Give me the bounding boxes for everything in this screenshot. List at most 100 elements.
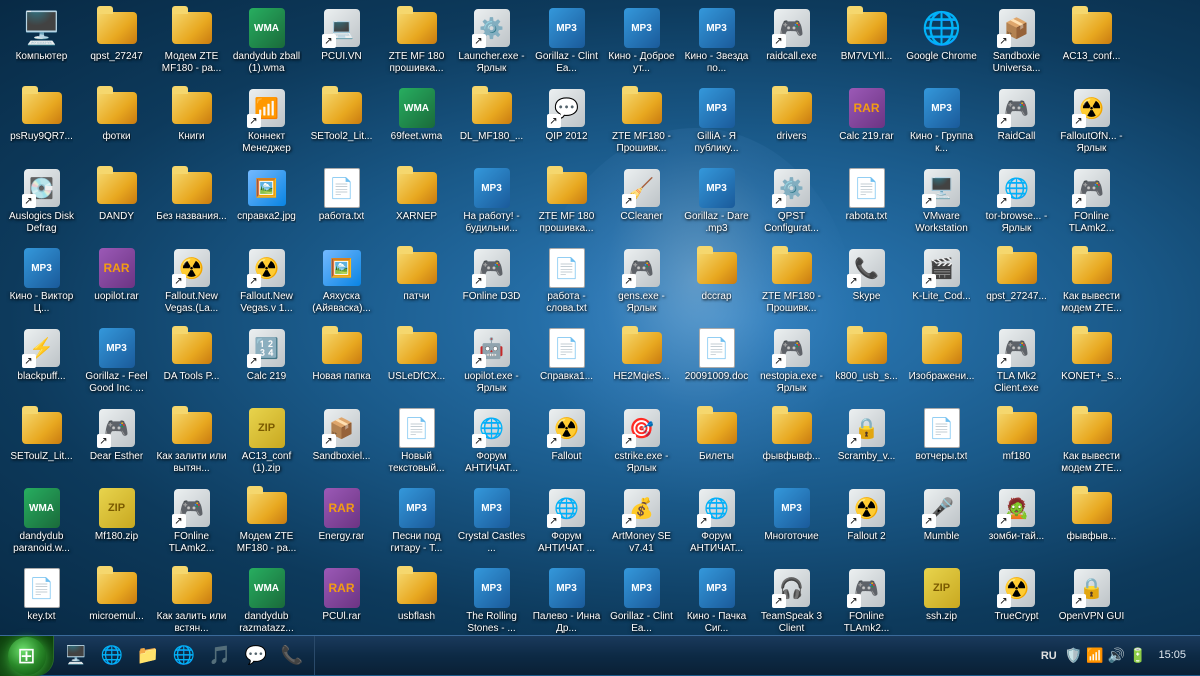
desktop-icon-mf180_zip[interactable]: ZIP Mf180.zip bbox=[79, 484, 154, 564]
desktop-icon-google_chrome[interactable]: 🌐 Google Chrome bbox=[904, 4, 979, 84]
desktop-icon-nestopia[interactable]: 🎮 ↗ nestopia.exe - Ярлык bbox=[754, 324, 829, 404]
desktop-icon-tla_mk2[interactable]: 🎮 ↗ TLA Mk2 Client.exe bbox=[979, 324, 1054, 404]
desktop-icon-launcher[interactable]: ⚙️ ↗ Launcher.exe - Ярлык bbox=[454, 4, 529, 84]
desktop-icon-artmoney[interactable]: 💰 ↗ ArtMoney SE v7.41 bbox=[604, 484, 679, 564]
desktop-icon-palevo[interactable]: MP3 Палево - Инна Др... bbox=[529, 564, 604, 635]
desktop-icon-69feet[interactable]: WMA 69feet.wma bbox=[379, 84, 454, 164]
desktop-icon-ayavuska[interactable]: 🖼️ Аяхуска (Айяваска)... bbox=[304, 244, 379, 324]
desktop-icon-modem_zte[interactable]: Модем ZTE MF180 - ра... bbox=[154, 4, 229, 84]
desktop-icon-key_txt[interactable]: 📄 key.txt bbox=[4, 564, 79, 635]
desktop-icon-noviy_txt[interactable]: 📄 Новый текстовый... bbox=[379, 404, 454, 484]
desktop-icon-novaya_papka[interactable]: Новая папка bbox=[304, 324, 379, 404]
desktop-icon-klite[interactable]: 🎬 ↗ K-Lite_Cod... bbox=[904, 244, 979, 324]
desktop-icon-calc219_2[interactable]: 🔢 ↗ Calc 219 bbox=[229, 324, 304, 404]
desktop-icon-dandydub2[interactable]: WMA dandydub paranoid.w... bbox=[4, 484, 79, 564]
desktop-icon-pcui2[interactable]: RAR PCUl.rar bbox=[304, 564, 379, 635]
desktop-icon-gillia[interactable]: MP3 GilliA - Я публику... bbox=[679, 84, 754, 164]
desktop-icon-dccrap[interactable]: dccrap bbox=[679, 244, 754, 324]
language-indicator[interactable]: RU bbox=[1037, 648, 1061, 664]
start-button[interactable]: ⊞ bbox=[0, 636, 54, 676]
desktop-icon-pesni_pod[interactable]: MP3 Песни под гитару - Т... bbox=[379, 484, 454, 564]
desktop-icon-crystal_castles[interactable]: MP3 Crystal Castles ... bbox=[454, 484, 529, 564]
desktop-icon-rabota_txt2[interactable]: 📄 rabota.txt bbox=[829, 164, 904, 244]
quick-launch-show-desktop[interactable]: 🖥️ bbox=[60, 640, 92, 672]
desktop-icon-k800_usb[interactable]: k800_usb_s... bbox=[829, 324, 904, 404]
desktop-icon-qip2012[interactable]: 💬 ↗ QIP 2012 bbox=[529, 84, 604, 164]
desktop-icon-setool2_2[interactable]: SEToulZ_Lit... bbox=[4, 404, 79, 484]
desktop-icon-konet[interactable]: KONET+_S... bbox=[1054, 324, 1129, 404]
desktop-icon-fallout_nv_1[interactable]: ☢️ ↗ Fallout.New Vegas.v 1... bbox=[229, 244, 304, 324]
desktop-icon-ssh_zip[interactable]: ZIP ssh.zip bbox=[904, 564, 979, 635]
desktop-icon-truecrypt[interactable]: ☢️ ↗ TrueCrypt bbox=[979, 564, 1054, 635]
desktop-icon-skype[interactable]: 📞 ↗ Skype bbox=[829, 244, 904, 324]
desktop-icon-gorillaz_feel[interactable]: MP3 Gorillaz - Feel Good Inc. ... bbox=[79, 324, 154, 404]
desktop-icon-gens_exe[interactable]: 🎮 ↗ gens.exe - Ярлык bbox=[604, 244, 679, 324]
clock[interactable]: 15:05 bbox=[1150, 648, 1194, 663]
desktop-icon-dl_mf180[interactable]: DL_MF180_... bbox=[454, 84, 529, 164]
desktop-icon-izobrazenie[interactable]: Изображени... bbox=[904, 324, 979, 404]
desktop-icon-rabota_txt[interactable]: 📄 работа.txt bbox=[304, 164, 379, 244]
desktop-icon-zte_mf180_prom[interactable]: ZTE MF 180 прошивка... bbox=[529, 164, 604, 244]
desktop-icon-tor_browser[interactable]: 🌐 ↗ tor-browse... - Ярлык bbox=[979, 164, 1054, 244]
quick-launch-qip[interactable]: 💬 bbox=[240, 640, 272, 672]
desktop-icon-knigi[interactable]: Книги bbox=[154, 84, 229, 164]
desktop-icon-uopilot_exe[interactable]: 🤖 ↗ uopilot.exe - Ярлык bbox=[454, 324, 529, 404]
desktop-icon-dear_esther[interactable]: 🎮 ↗ Dear Esther bbox=[79, 404, 154, 484]
desktop-icon-forum_antichat3[interactable]: 🌐 ↗ Форум АНТИЧАТ... bbox=[679, 484, 754, 564]
desktop-icon-ccleaner[interactable]: 🧹 ↗ CCleaner bbox=[604, 164, 679, 244]
desktop-icon-bez_nazvania[interactable]: Без названия... bbox=[154, 164, 229, 244]
desktop-icon-fyvfyvf[interactable]: фывфывф... bbox=[754, 404, 829, 484]
desktop-icon-kak_vyvesti2[interactable]: Как вывести модем ZTE... bbox=[1054, 404, 1129, 484]
desktop-icon-kino_gruppa[interactable]: MP3 Кино - Группа к... bbox=[904, 84, 979, 164]
desktop-icon-vothery[interactable]: 📄 вотчеры.txt bbox=[904, 404, 979, 484]
desktop-icon-auslogics[interactable]: 💽 ↗ Auslogics Disk Defrag bbox=[4, 164, 79, 244]
quick-launch-skype2[interactable]: 📞 bbox=[276, 640, 308, 672]
desktop-icon-mnogtochie[interactable]: MP3 Многоточие bbox=[754, 484, 829, 564]
desktop-icon-fyvfyv[interactable]: фывфыв... bbox=[1054, 484, 1129, 564]
quick-launch-chrome[interactable]: 🌐 bbox=[168, 640, 200, 672]
desktop-icon-qpst_conf[interactable]: ⚙️ ↗ QPST Configurat... bbox=[754, 164, 829, 244]
desktop-icon-teamspeak[interactable]: 🎧 ↗ TeamSpeak 3 Client bbox=[754, 564, 829, 635]
desktop-icon-qpst[interactable]: qpst_27247 bbox=[79, 4, 154, 84]
desktop-icon-usledfcx[interactable]: USLeDfCX... bbox=[379, 324, 454, 404]
desktop-icon-20091009[interactable]: 📄 20091009.doc bbox=[679, 324, 754, 404]
desktop-icon-qpst_27247_2[interactable]: qpst_27247... bbox=[979, 244, 1054, 324]
desktop-icon-fonline3[interactable]: 🎮 ↗ FOnline TLAmk2... bbox=[829, 564, 904, 635]
desktop-icon-mf180[interactable]: mf180 bbox=[979, 404, 1054, 484]
desktop-icon-openvpn[interactable]: 🔒 ↗ OpenVPN GUI bbox=[1054, 564, 1129, 635]
desktop-icon-zte_mf180_prow[interactable]: ZTE MF180 - Прошивк... bbox=[754, 244, 829, 324]
desktop-icon-usbflash[interactable]: usbflash bbox=[379, 564, 454, 635]
desktop-icon-bm7vlyil[interactable]: BM7VLYll... bbox=[829, 4, 904, 84]
desktop-icon-bilety[interactable]: Билеты bbox=[679, 404, 754, 484]
desktop-icon-kino_viktor[interactable]: MP3 Кино - Виктор Ц... bbox=[4, 244, 79, 324]
desktop-icon-fonline[interactable]: 🎮 ↗ FOnline TLAmk2... bbox=[1054, 164, 1129, 244]
desktop-icon-sandboxie_exe[interactable]: 📦 ↗ Sandboxiel... bbox=[304, 404, 379, 484]
desktop-icon-blackpuff[interactable]: ⚡ ↗ blackpuff... bbox=[4, 324, 79, 404]
desktop-icon-patchi[interactable]: патчи bbox=[379, 244, 454, 324]
desktop-icon-kak_zalit2[interactable]: Как залить или встян... bbox=[154, 564, 229, 635]
desktop-icon-zte_mf180_2[interactable]: ZTE MF180 - Прошивк... bbox=[604, 84, 679, 164]
desktop-icon-kino_pachka[interactable]: MP3 Кино - Пачка Сиг... bbox=[679, 564, 754, 635]
quick-launch-folder[interactable]: 📁 bbox=[132, 640, 164, 672]
desktop-icon-energy_rar[interactable]: RAR Energy.rar bbox=[304, 484, 379, 564]
desktop-icon-gorillaz_dare[interactable]: MP3 Gorillaz - Dare .mp3 bbox=[679, 164, 754, 244]
desktop-icon-calc219[interactable]: RAR Calc 219.rar bbox=[829, 84, 904, 164]
desktop-icon-rabota_slova[interactable]: 📄 работа - слова.txt bbox=[529, 244, 604, 324]
desktop-icon-ac13_conf[interactable]: AC13_conf... bbox=[1054, 4, 1129, 84]
desktop-icon-fallout[interactable]: ☢️ ↗ Fallout bbox=[529, 404, 604, 484]
desktop-icon-vmware[interactable]: 🖥️ ↗ VMware Workstation bbox=[904, 164, 979, 244]
desktop-icon-scramby[interactable]: 🔒 ↗ Scramby_v... bbox=[829, 404, 904, 484]
quick-launch-ie[interactable]: 🌐 bbox=[96, 640, 128, 672]
desktop-icon-fallout_nv_las[interactable]: ☢️ ↗ Fallout.New Vegas.(La... bbox=[154, 244, 229, 324]
desktop-icon-fonline2[interactable]: 🎮 ↗ FOnline TLAmk2... bbox=[154, 484, 229, 564]
desktop-icon-fallout_nv_yarlik[interactable]: ☢️ ↗ FalloutOfN... - Ярлык bbox=[1054, 84, 1129, 164]
desktop-icon-he2mqies[interactable]: HE2MqieS... bbox=[604, 324, 679, 404]
quick-launch-media[interactable]: 🎵 bbox=[204, 640, 236, 672]
desktop-icon-mumble[interactable]: 🎤 ↗ Mumble bbox=[904, 484, 979, 564]
desktop-icon-raidcall_exe[interactable]: 🎮 ↗ raidcall.exe bbox=[754, 4, 829, 84]
desktop-icon-gorillaz_clint[interactable]: MP3 Gorillaz - Clint Ea... bbox=[529, 4, 604, 84]
desktop-icon-forum_antichat2[interactable]: 🌐 ↗ Форум АНТИЧАТ ... bbox=[529, 484, 604, 564]
desktop-icon-na_rabotu[interactable]: MP3 На работу! - будильни... bbox=[454, 164, 529, 244]
desktop-icon-spravka1[interactable]: 📄 Справка1... bbox=[529, 324, 604, 404]
desktop-icon-kino_dobroe[interactable]: MP3 Кино - Доброе ут... bbox=[604, 4, 679, 84]
